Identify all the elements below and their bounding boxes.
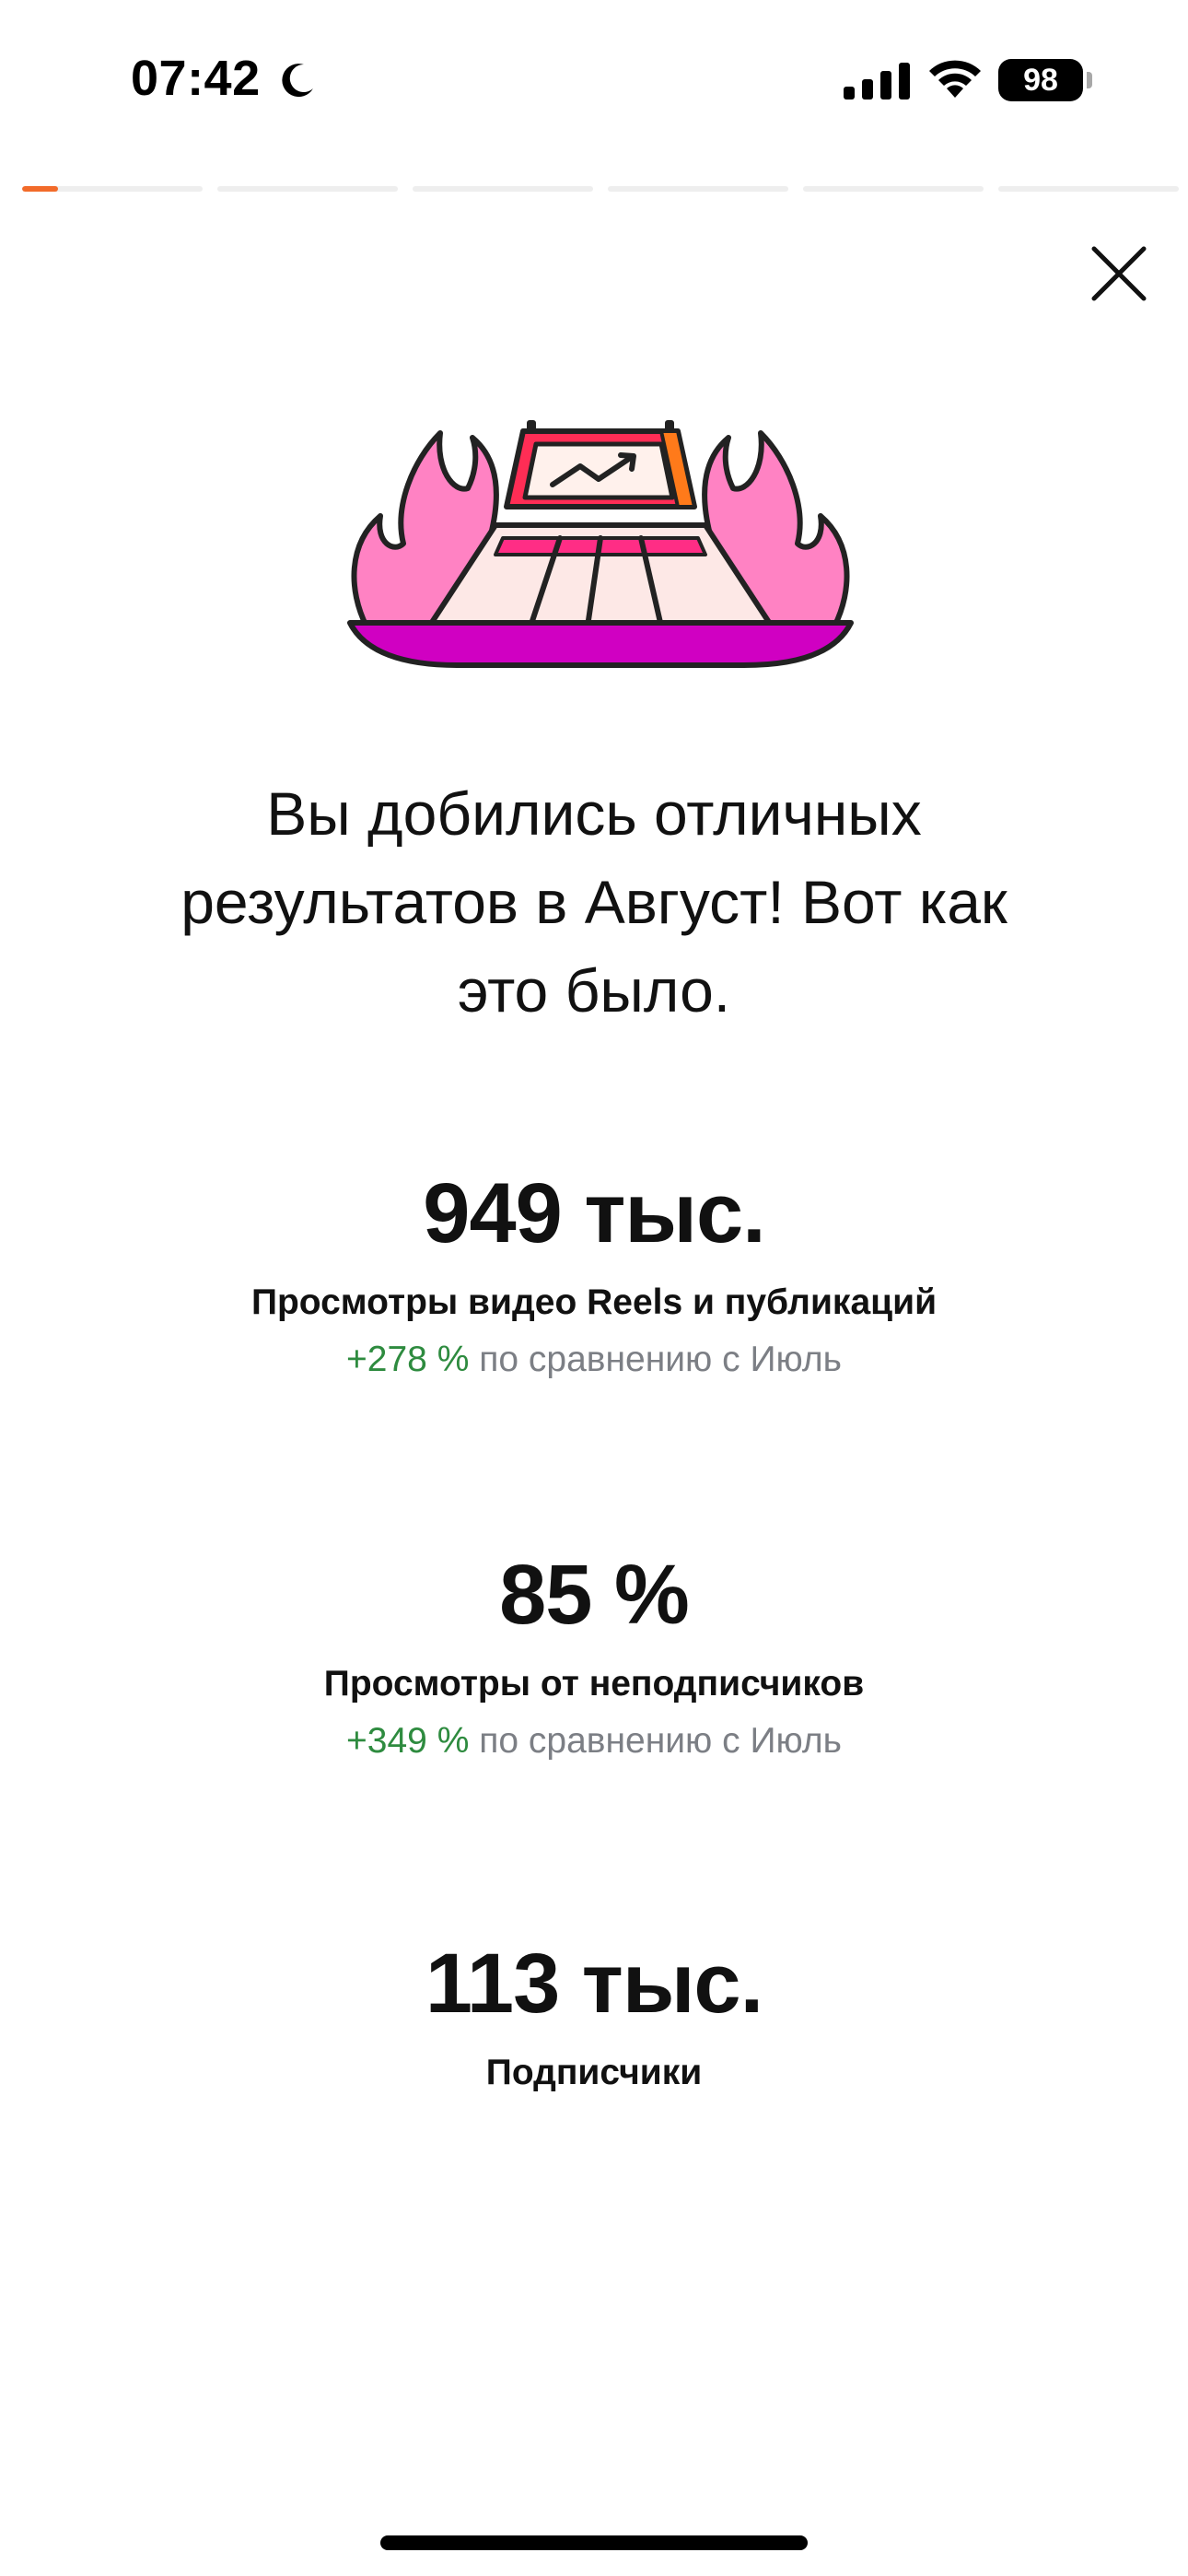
story-progress-segment <box>803 186 984 192</box>
status-bar: 07:42 98 <box>0 0 1188 157</box>
battery-indicator: 98 <box>998 59 1083 101</box>
story-progress-segment <box>413 186 593 192</box>
metric-delta: +278 % <box>346 1340 470 1379</box>
metric-comparison: +278 % по сравнению с Июль <box>0 1334 1188 1386</box>
metric-label: Просмотры видео Reels и публикаций <box>250 1282 938 1322</box>
story-progress-segment <box>22 186 203 192</box>
metric-reels-views: 949 тыс. Просмотры видео Reels и публика… <box>0 1163 1188 1386</box>
metric-comparison: +349 % по сравнению с Июль <box>0 1715 1188 1767</box>
metric-delta: +349 % <box>346 1721 470 1761</box>
status-time: 07:42 <box>131 51 261 106</box>
weekly-results-story: 07:42 98 Вы добились отличных результато… <box>0 0 1188 2576</box>
close-icon[interactable] <box>1087 241 1151 306</box>
metric-value: 949 тыс. <box>423 1166 765 1260</box>
results-headline: Вы добились отличных результатов в Авгус… <box>181 779 1007 1025</box>
metric-followers: 113 тыс. Подписчики <box>0 1933 1188 2099</box>
cellular-signal-icon <box>844 63 910 100</box>
metric-label: Просмотры от неподписчиков <box>323 1664 865 1704</box>
metric-comparison-text: по сравнению с Июль <box>479 1340 842 1379</box>
home-indicator[interactable] <box>380 2535 808 2550</box>
story-progress-segment <box>608 186 788 192</box>
story-progress-bar <box>22 186 1188 192</box>
wifi-icon <box>929 60 981 98</box>
metric-label: Подписчики <box>485 2053 703 2092</box>
story-progress-segment <box>217 186 398 192</box>
metric-comparison-text: по сравнению с Июль <box>479 1721 842 1761</box>
story-progress-segment <box>998 186 1179 192</box>
flaming-stage-chart-illustration <box>347 420 854 668</box>
battery-cap <box>1087 72 1092 88</box>
moon-icon <box>282 64 313 98</box>
metric-value: 85 % <box>499 1548 690 1642</box>
metric-value: 113 тыс. <box>425 1937 763 2031</box>
story-progress-fill <box>22 186 59 192</box>
metric-non-follower-views: 85 % Просмотры от неподписчиков +349 % п… <box>0 1544 1188 1767</box>
